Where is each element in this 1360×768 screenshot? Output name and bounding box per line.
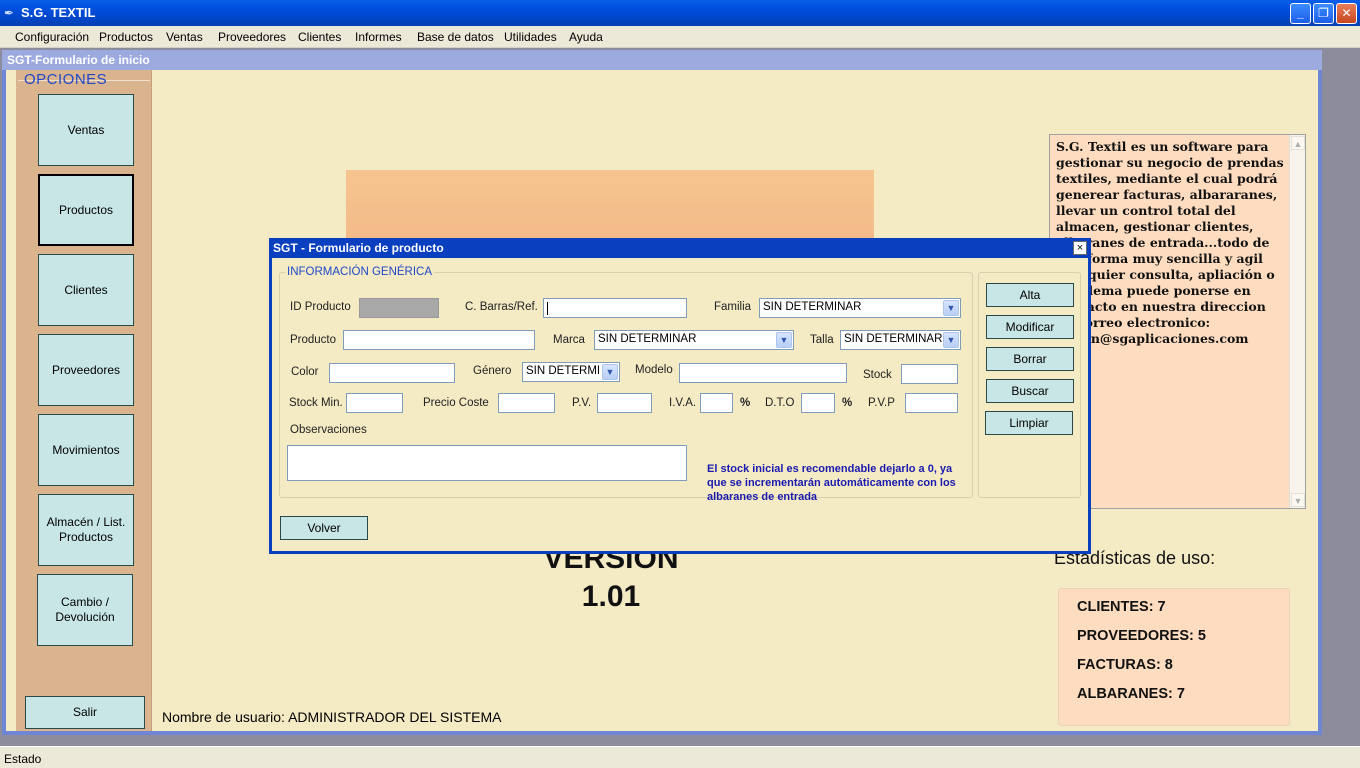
- observaciones-label: Observaciones: [290, 424, 367, 436]
- stock-min-label: Stock Min.: [289, 397, 343, 409]
- menu-configuracion[interactable]: Configuración: [15, 30, 89, 44]
- generic-info-legend: INFORMACIÓN GENÉRICA: [285, 266, 435, 278]
- modelo-label: Modelo: [635, 364, 673, 376]
- menu-bar: Configuración Productos Ventas Proveedor…: [0, 26, 1360, 48]
- id-input: [359, 298, 439, 318]
- limpiar-button[interactable]: Limpiar: [985, 411, 1073, 435]
- product-dialog-body: INFORMACIÓN GENÉRICA ID Producto C. Barr…: [272, 258, 1088, 551]
- volver-button[interactable]: Volver: [280, 516, 368, 540]
- pv-label: P.V.: [572, 397, 592, 409]
- barcode-input[interactable]: [543, 298, 687, 318]
- marca-select[interactable]: SIN DETERMINAR ▼: [594, 330, 794, 350]
- producto-label: Producto: [290, 334, 337, 346]
- username-label: Nombre de usuario: ADMINISTRADOR DEL SIS…: [162, 709, 502, 725]
- color-label: Color: [291, 366, 319, 378]
- status-text: Estado: [4, 752, 42, 766]
- genero-label: Género: [473, 365, 512, 377]
- buscar-button[interactable]: Buscar: [986, 379, 1074, 403]
- borrar-button[interactable]: Borrar: [986, 347, 1074, 371]
- window-title-bar[interactable]: ✒ S.G. TEXTIL _ ❐ ✕: [0, 0, 1360, 26]
- options-sidebar: OPCIONES Ventas Productos Clientes Prove…: [16, 70, 152, 731]
- familia-select[interactable]: SIN DETERMINAR ▼: [759, 298, 961, 318]
- precio-coste-input[interactable]: [498, 393, 555, 413]
- inicio-form-title: SGT-Formulario de inicio: [2, 50, 1322, 70]
- productos-button[interactable]: Productos: [38, 174, 134, 246]
- modificar-button[interactable]: Modificar: [986, 315, 1074, 339]
- chevron-down-icon[interactable]: ▼: [943, 332, 959, 348]
- dto-input[interactable]: [801, 393, 835, 413]
- dialog-close-icon[interactable]: ×: [1073, 241, 1087, 255]
- menu-ayuda[interactable]: Ayuda: [569, 30, 603, 44]
- producto-input[interactable]: [343, 330, 535, 350]
- precio-coste-label: Precio Coste: [423, 397, 489, 409]
- dto-label: D.T.O: [765, 397, 795, 409]
- options-title: OPCIONES: [24, 71, 108, 88]
- description-scrollbar[interactable]: ▲ ▼: [1289, 135, 1305, 508]
- menu-productos[interactable]: Productos: [99, 30, 153, 44]
- stats-panel: CLIENTES: 7 PROVEEDORES: 5 FACTURAS: 8 A…: [1058, 588, 1290, 726]
- observaciones-textarea[interactable]: [287, 445, 687, 481]
- menu-clientes[interactable]: Clientes: [298, 30, 341, 44]
- ventas-button[interactable]: Ventas: [38, 94, 134, 166]
- stat-facturas: FACTURAS: 8: [1077, 657, 1173, 673]
- dto-percent-label: %: [842, 397, 853, 409]
- stock-min-input[interactable]: [346, 393, 403, 413]
- menu-proveedores[interactable]: Proveedores: [218, 30, 286, 44]
- color-input[interactable]: [329, 363, 455, 383]
- stock-input[interactable]: [901, 364, 958, 384]
- clientes-button[interactable]: Clientes: [38, 254, 134, 326]
- pvp-input[interactable]: [905, 393, 958, 413]
- marca-label: Marca: [553, 334, 585, 346]
- app-icon: ✒: [4, 6, 15, 20]
- stock-label: Stock: [863, 369, 892, 381]
- almacen-button[interactable]: Almacén / List. Productos: [38, 494, 134, 566]
- modelo-input[interactable]: [679, 363, 847, 383]
- status-bar: Estado: [0, 746, 1360, 768]
- chevron-down-icon[interactable]: ▼: [776, 332, 792, 348]
- iva-input[interactable]: [700, 393, 733, 413]
- pv-input[interactable]: [597, 393, 652, 413]
- stat-proveedores: PROVEEDORES: 5: [1077, 628, 1206, 644]
- minimize-icon[interactable]: _: [1290, 3, 1311, 24]
- menu-base-de-datos[interactable]: Base de datos: [417, 30, 494, 44]
- stat-albaranes: ALBARANES: 7: [1077, 686, 1185, 702]
- close-icon[interactable]: ✕: [1336, 3, 1357, 24]
- proveedores-button[interactable]: Proveedores: [38, 334, 134, 406]
- talla-label: Talla: [810, 334, 834, 346]
- stat-clientes: CLIENTES: 7: [1077, 599, 1166, 615]
- talla-select[interactable]: SIN DETERMINAR ▼: [840, 330, 961, 350]
- menu-utilidades[interactable]: Utilidades: [504, 30, 557, 44]
- iva-label: I.V.A.: [669, 397, 697, 409]
- barcode-label: C. Barras/Ref.: [465, 301, 538, 313]
- chevron-down-icon[interactable]: ▼: [943, 300, 959, 316]
- product-dialog: SGT - Formulario de producto × INFORMACI…: [269, 238, 1091, 554]
- pvp-label: P.V.P: [868, 397, 895, 409]
- cambio-devolucion-button[interactable]: Cambio / Devolución: [37, 574, 133, 646]
- chevron-down-icon[interactable]: ▼: [602, 364, 618, 380]
- salir-button[interactable]: Salir: [25, 696, 145, 729]
- scroll-up-icon[interactable]: ▲: [1291, 136, 1305, 150]
- scroll-down-icon[interactable]: ▼: [1291, 493, 1305, 507]
- id-label: ID Producto: [290, 301, 351, 313]
- menu-ventas[interactable]: Ventas: [166, 30, 203, 44]
- movimientos-button[interactable]: Movimientos: [38, 414, 134, 486]
- stock-note: El stock inicial es recomendable dejarlo…: [707, 463, 956, 503]
- familia-label: Familia: [714, 301, 752, 313]
- window-title: S.G. TEXTIL: [21, 5, 96, 20]
- restore-icon[interactable]: ❐: [1313, 3, 1334, 24]
- product-dialog-title: SGT - Formulario de producto: [269, 238, 1091, 258]
- menu-informes[interactable]: Informes: [355, 30, 402, 44]
- genero-select[interactable]: SIN DETERMI ▼: [522, 362, 620, 382]
- alta-button[interactable]: Alta: [986, 283, 1074, 307]
- iva-percent-label: %: [740, 397, 751, 409]
